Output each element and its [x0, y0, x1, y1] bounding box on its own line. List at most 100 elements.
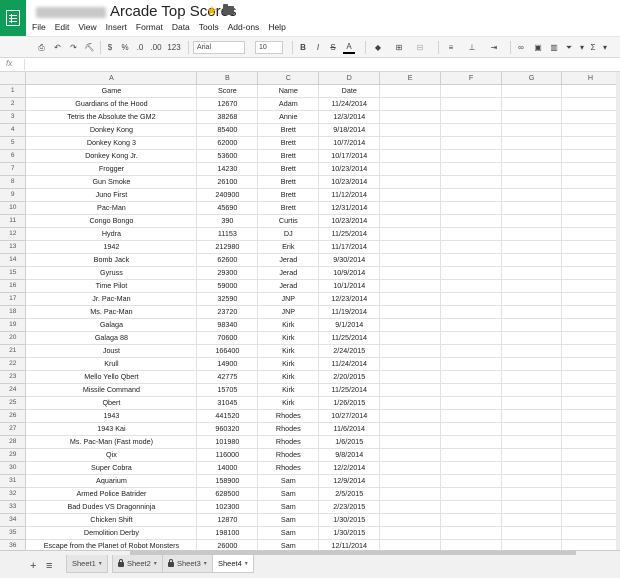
cell[interactable]: 116000 [196, 448, 259, 463]
cell[interactable]: 12/23/2014 [318, 292, 381, 307]
row-header[interactable]: 17 [0, 292, 27, 307]
cell[interactable]: Game [25, 84, 198, 99]
cell[interactable] [379, 487, 442, 502]
cell[interactable] [561, 201, 620, 216]
cell[interactable]: 960320 [196, 422, 259, 437]
cell[interactable] [440, 526, 503, 541]
cell[interactable]: Erik [257, 240, 320, 255]
cell[interactable]: 14230 [196, 162, 259, 177]
cell[interactable]: 31045 [196, 396, 259, 411]
row-header[interactable]: 32 [0, 487, 27, 502]
row-header[interactable]: 34 [0, 513, 27, 528]
cell[interactable]: Annie [257, 110, 320, 125]
cell[interactable] [501, 435, 562, 450]
cell[interactable]: Kirk [257, 383, 320, 398]
cell[interactable]: JNP [257, 292, 320, 307]
cell[interactable]: 158900 [196, 474, 259, 489]
decrease-decimal-button[interactable]: .0 [134, 41, 146, 54]
currency-button[interactable]: $ [105, 41, 115, 54]
cell[interactable] [440, 396, 503, 411]
menu-addons[interactable]: Add-ons [228, 22, 260, 32]
cell[interactable] [501, 110, 562, 125]
cell[interactable] [440, 175, 503, 190]
cell[interactable]: 10/23/2014 [318, 175, 381, 190]
cell[interactable]: 198100 [196, 526, 259, 541]
cell[interactable]: 98340 [196, 318, 259, 333]
cell[interactable] [561, 84, 620, 99]
cell[interactable]: Jerad [257, 266, 320, 281]
row-header[interactable]: 13 [0, 240, 27, 255]
cell[interactable] [561, 513, 620, 528]
cell[interactable] [501, 331, 562, 346]
cell[interactable]: Rhodes [257, 448, 320, 463]
cell[interactable] [561, 370, 620, 385]
cell[interactable] [501, 253, 562, 268]
cell[interactable] [379, 292, 442, 307]
undo-icon[interactable]: ↶ [52, 41, 63, 54]
sheet-tab-2[interactable]: Sheet2 ▾ [112, 555, 163, 573]
cell[interactable]: 9/30/2014 [318, 253, 381, 268]
row-header[interactable]: 15 [0, 266, 27, 281]
cell[interactable] [501, 526, 562, 541]
cell[interactable]: 240900 [196, 188, 259, 203]
cell[interactable] [379, 305, 442, 320]
cell[interactable]: Curtis [257, 214, 320, 229]
cell[interactable]: Sam [257, 513, 320, 528]
row-header[interactable]: 6 [0, 149, 27, 164]
cell[interactable] [440, 435, 503, 450]
cell[interactable]: 390 [196, 214, 259, 229]
cell[interactable] [440, 136, 503, 151]
cell[interactable] [561, 344, 620, 359]
cell[interactable] [440, 383, 503, 398]
all-sheets-icon[interactable]: ≡ [46, 560, 52, 572]
row-header[interactable]: 30 [0, 461, 27, 476]
cell[interactable] [379, 279, 442, 294]
cell[interactable]: Galaga [25, 318, 198, 333]
row-header[interactable]: 9 [0, 188, 27, 203]
cell[interactable]: 2/24/2015 [318, 344, 381, 359]
insert-link-icon[interactable]: ∞ [515, 41, 527, 54]
cell[interactable] [440, 461, 503, 476]
cell[interactable] [440, 370, 503, 385]
cell[interactable] [379, 253, 442, 268]
cell[interactable]: Gyruss [25, 266, 198, 281]
cell[interactable] [501, 97, 562, 112]
cell[interactable] [379, 201, 442, 216]
cell[interactable] [379, 448, 442, 463]
cell[interactable]: Sam [257, 526, 320, 541]
cell[interactable]: 70600 [196, 331, 259, 346]
cell[interactable]: 11/6/2014 [318, 422, 381, 437]
cell[interactable]: 2/20/2015 [318, 370, 381, 385]
cell[interactable] [561, 149, 620, 164]
cell[interactable] [501, 240, 562, 255]
cell[interactable] [440, 409, 503, 424]
cell[interactable] [501, 214, 562, 229]
font-family-dropdown[interactable]: Arial [193, 41, 245, 54]
fill-color-icon[interactable]: ◆ [372, 41, 384, 54]
cell[interactable]: Demolition Derby [25, 526, 198, 541]
cell[interactable]: Aquarium [25, 474, 198, 489]
menu-format[interactable]: Format [136, 22, 163, 32]
cell[interactable] [379, 149, 442, 164]
insert-comment-icon[interactable]: ▣ [532, 41, 544, 54]
column-header-g[interactable]: G [501, 72, 562, 86]
menu-insert[interactable]: Insert [106, 22, 127, 32]
cell[interactable] [379, 474, 442, 489]
cell[interactable]: 9/18/2014 [318, 123, 381, 138]
menu-edit[interactable]: Edit [55, 22, 70, 32]
sheet-tab-4[interactable]: Sheet4 ▾ [212, 555, 254, 573]
cell[interactable] [379, 526, 442, 541]
cell[interactable] [379, 266, 442, 281]
column-header-b[interactable]: B [196, 72, 259, 86]
cell[interactable]: Ms. Pac-Man (Fast mode) [25, 435, 198, 450]
cell[interactable] [501, 136, 562, 151]
cell[interactable] [561, 240, 620, 255]
cell[interactable]: 1/30/2015 [318, 526, 381, 541]
row-header[interactable]: 20 [0, 331, 27, 346]
row-header[interactable]: 21 [0, 344, 27, 359]
formula-input[interactable] [30, 59, 610, 70]
cell[interactable]: 12/11/2014 [318, 539, 381, 550]
print-icon[interactable]: ⎙ [36, 41, 47, 54]
cell[interactable] [561, 253, 620, 268]
cell[interactable]: 12670 [196, 97, 259, 112]
